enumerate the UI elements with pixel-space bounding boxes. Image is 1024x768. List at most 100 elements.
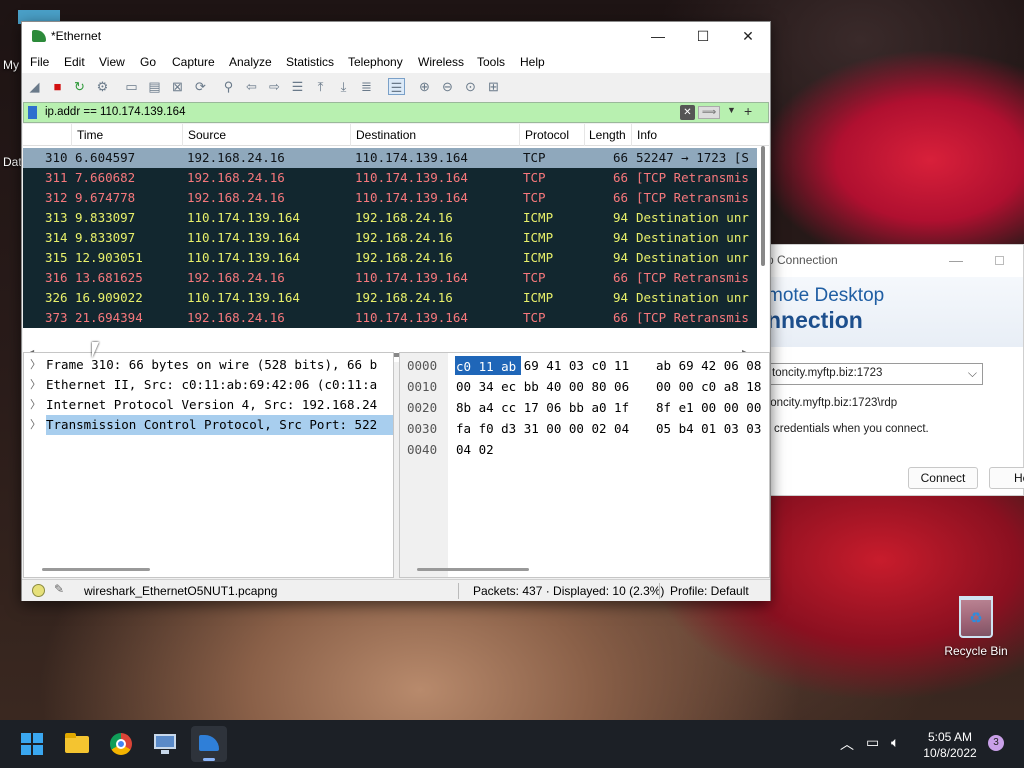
notification-badge[interactable]: 3 (988, 735, 1004, 751)
zoom-out-icon[interactable]: ⊖ (439, 78, 456, 95)
menu-edit[interactable]: Edit (64, 55, 85, 69)
rdp-window[interactable]: p Connection — mote Desktop nnection ton… (762, 244, 1024, 496)
hex-bytes[interactable]: 05 b4 01 03 03 (656, 418, 761, 439)
autoscroll-icon[interactable]: ≣ (358, 78, 375, 95)
expand-arrow-icon[interactable]: 〉 (30, 375, 41, 395)
packet-details-pane[interactable]: 〉 Frame 310: 66 bytes on wire (528 bits)… (23, 352, 394, 578)
detail-tcp[interactable]: 〉 Transmission Control Protocol, Src Por… (24, 415, 393, 435)
wireshark-taskbar-icon[interactable] (191, 726, 227, 762)
restart-capture-icon[interactable]: ↻ (71, 78, 88, 95)
packet-row[interactable]: 315 12.903051 110.174.139.164 192.168.24.16… (23, 248, 757, 268)
hex-bytes[interactable]: ab 69 42 06 08 (656, 355, 761, 376)
first-packet-icon[interactable]: ⤒ (312, 78, 329, 95)
apply-filter-icon[interactable]: ⟹ (698, 106, 720, 119)
detail-ipv4[interactable]: 〉 Internet Protocol Version 4, Src: 192.… (24, 395, 393, 415)
packet-list-vscroll[interactable] (757, 146, 769, 348)
file-explorer-icon[interactable] (59, 726, 95, 762)
hex-bytes[interactable]: 00 00 c0 a8 18 (656, 376, 761, 397)
connect-button[interactable]: Connect (908, 467, 978, 489)
details-hscroll[interactable] (42, 568, 150, 571)
network-icon[interactable]: ▭ (866, 734, 879, 751)
menu-view[interactable]: View (99, 55, 125, 69)
packet-row[interactable]: 310 6.604597 192.168.24.16 110.174.139.164 T… (23, 148, 757, 168)
hex-bytes[interactable]: 00 34 ec bb 40 00 80 06 (456, 376, 629, 397)
col-protocol[interactable]: Protocol (525, 128, 569, 142)
packet-row[interactable]: 326 16.909022 110.174.139.164 192.168.24.16… (23, 288, 757, 308)
close-file-icon[interactable]: ⊠ (169, 78, 186, 95)
volume-icon[interactable]: 🔈︎ (891, 734, 899, 751)
menu-tools[interactable]: Tools (477, 55, 505, 69)
stop-capture-icon[interactable]: ■ (49, 78, 66, 95)
menu-wireless[interactable]: Wireless (418, 55, 464, 69)
col-info[interactable]: Info (637, 128, 657, 142)
remote-desktop-icon[interactable] (147, 726, 183, 762)
packet-list[interactable]: Time Source Destination Protocol Length … (23, 124, 769, 348)
hex-selection[interactable]: c0 11 ab (455, 356, 521, 375)
menu-capture[interactable]: Capture (172, 55, 215, 69)
maximize-icon[interactable]: ☐ (693, 26, 713, 46)
close-icon[interactable]: ✕ (738, 26, 758, 46)
capture-options-icon[interactable]: ⚙ (94, 78, 111, 95)
filter-input[interactable]: ip.addr == 110.174.139.164 (45, 106, 185, 118)
search-icon[interactable]: ⚲ (220, 78, 237, 95)
col-time[interactable]: Time (77, 128, 103, 142)
wireshark-titlebar[interactable]: *Ethernet — ☐ ✕ (22, 22, 770, 51)
minimize-icon[interactable]: — (648, 26, 668, 46)
desktop-icon-label-2[interactable]: Dat (3, 155, 22, 169)
maximize-icon[interactable] (995, 256, 1004, 265)
packet-bytes-pane[interactable]: 0000 c0 11 ab 69 41 03 c0 11 ab 69 42 06 0… (399, 352, 770, 578)
chrome-icon[interactable] (103, 726, 139, 762)
open-file-icon[interactable]: ▭ (123, 78, 140, 95)
packet-row[interactable]: 313 9.833097 110.174.139.164 192.168.24.16 I… (23, 208, 757, 228)
col-length[interactable]: Length (589, 128, 626, 142)
display-filter-bar[interactable]: ip.addr == 110.174.139.164 ✕ ⟹ ▼ + (23, 102, 769, 123)
start-button[interactable] (14, 726, 50, 762)
filter-history-dropdown-icon[interactable]: ▼ (727, 105, 736, 115)
menu-analyze[interactable]: Analyze (229, 55, 272, 69)
colorize-icon[interactable]: ☰ (388, 78, 405, 95)
minimize-icon[interactable]: — (949, 245, 963, 275)
menu-statistics[interactable]: Statistics (286, 55, 334, 69)
packet-row[interactable]: 314 9.833097 110.174.139.164 192.168.24.16 I… (23, 228, 757, 248)
go-to-packet-icon[interactable]: ☰ (289, 78, 306, 95)
clock[interactable]: 5:05 AM 10/8/2022 (918, 729, 982, 761)
hex-bytes[interactable]: 8f e1 00 00 00 (656, 397, 761, 418)
last-packet-icon[interactable]: ⤓ (335, 78, 352, 95)
hex-bytes[interactable]: 8b a4 cc 17 06 bb a0 1f (456, 397, 629, 418)
wireshark-window[interactable]: *Ethernet — ☐ ✕ File Edit View Go Captur… (21, 21, 771, 601)
show-hidden-icons-icon[interactable]: ︿ (840, 734, 854, 754)
expand-arrow-icon[interactable]: 〉 (30, 395, 41, 415)
go-forward-icon[interactable]: ⇨ (266, 78, 283, 95)
rdp-titlebar[interactable]: p Connection — (763, 245, 1023, 277)
col-source[interactable]: Source (188, 128, 226, 142)
desktop-icon-label-1[interactable]: My (3, 58, 19, 72)
menu-file[interactable]: File (30, 55, 49, 69)
hex-bytes[interactable]: fa f0 d3 31 00 00 02 04 (456, 418, 629, 439)
detail-ethernet[interactable]: 〉 Ethernet II, Src: c0:11:ab:69:42:06 (c… (24, 375, 393, 395)
go-back-icon[interactable]: ⇦ (243, 78, 260, 95)
reload-icon[interactable]: ⟳ (192, 78, 209, 95)
save-file-icon[interactable]: ▤ (146, 78, 163, 95)
computer-combobox[interactable]: toncity.myftp.biz:1723 ⌵ (767, 363, 983, 385)
packet-row[interactable]: 311 7.660682 192.168.24.16 110.174.139.164 T… (23, 168, 757, 188)
menu-go[interactable]: Go (140, 55, 156, 69)
clear-filter-icon[interactable]: ✕ (680, 105, 695, 120)
recycle-bin-icon[interactable]: ♻ Recycle Bin (940, 596, 1012, 658)
packet-row[interactable]: 373 21.694394 192.168.24.16 110.174.139.164… (23, 308, 757, 328)
shark-fin-start-icon[interactable]: ◢ (26, 78, 43, 95)
menu-help[interactable]: Help (520, 55, 545, 69)
status-profile[interactable]: Profile: Default (670, 584, 749, 598)
resize-columns-icon[interactable]: ⊞ (485, 78, 502, 95)
expand-arrow-icon[interactable]: 〉 (30, 355, 41, 375)
add-filter-button-icon[interactable]: + (744, 103, 752, 119)
detail-frame[interactable]: 〉 Frame 310: 66 bytes on wire (528 bits)… (24, 355, 393, 375)
packet-row[interactable]: 312 9.674778 192.168.24.16 110.174.139.164 T… (23, 188, 757, 208)
help-button[interactable]: He (989, 467, 1024, 489)
menu-telephony[interactable]: Telephony (348, 55, 403, 69)
zoom-in-icon[interactable]: ⊕ (416, 78, 433, 95)
expert-info-icon[interactable] (32, 584, 45, 597)
zoom-reset-icon[interactable]: ⊙ (462, 78, 479, 95)
edit-comment-icon[interactable]: ✎ (54, 582, 64, 596)
expand-arrow-icon[interactable]: 〉 (30, 415, 41, 435)
col-destination[interactable]: Destination (356, 128, 416, 142)
